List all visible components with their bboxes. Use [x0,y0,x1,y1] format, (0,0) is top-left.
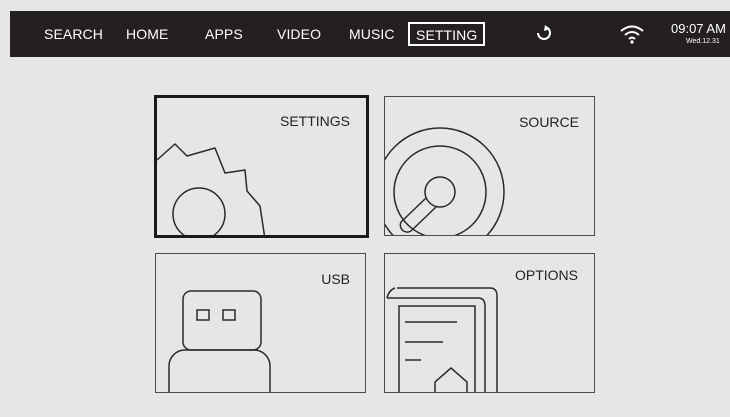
nav-music[interactable]: MUSIC [349,11,395,57]
top-navigation-bar: SEARCH HOME APPS VIDEO MUSIC SETTING 09:… [10,11,730,57]
nav-search[interactable]: SEARCH [44,11,103,57]
disc-icon [385,127,505,235]
usb-tile[interactable]: USB [155,253,366,393]
gear-icon [157,143,266,235]
document-icon [386,287,498,392]
source-tile[interactable]: SOURCE [384,96,595,236]
nav-home[interactable]: HOME [126,11,168,57]
wifi-icon[interactable] [619,24,645,44]
clock-time: 09:07 AM [671,21,726,36]
usb-icon [168,290,271,392]
nav-apps[interactable]: APPS [205,11,243,57]
settings-tile[interactable]: SETTINGS [154,95,369,238]
clock-date: Wed.12.31 [686,38,720,45]
options-tile[interactable]: OPTIONS [384,253,595,393]
nav-setting[interactable]: SETTING [408,22,486,46]
nav-video[interactable]: VIDEO [277,11,321,57]
pointer-icon[interactable] [534,24,556,44]
